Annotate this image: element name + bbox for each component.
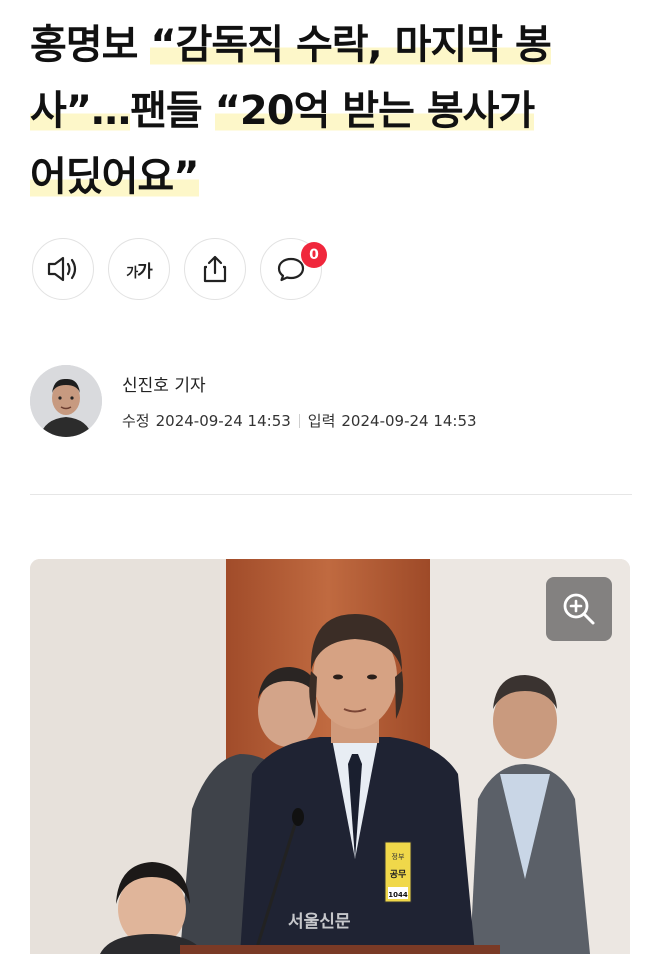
- article-photo[interactable]: 정부 공무 1044 서울신문: [30, 559, 630, 954]
- headline-text: 홍명보: [30, 22, 151, 68]
- listen-button[interactable]: [32, 238, 94, 300]
- published-label: 입력: [307, 412, 336, 430]
- badge-number: 1044: [388, 891, 408, 899]
- headline-line-2: 사”…팬들 “20억 받는 봉사가: [30, 78, 640, 144]
- badge-label: 공무: [390, 869, 407, 880]
- font-size-button[interactable]: 가가: [108, 238, 170, 300]
- article-headline: 홍명보 “감독직 수락, 마지막 봉 사”…팬들 “20억 받는 봉사가 어딨어…: [30, 12, 640, 210]
- headline-text: 팬들: [130, 88, 215, 134]
- zoom-button[interactable]: [546, 577, 612, 641]
- photo-watermark: 서울신문: [288, 912, 351, 932]
- section-divider: [30, 494, 632, 495]
- comment-count-badge: 0: [301, 242, 327, 268]
- font-size-icon: 가가: [126, 257, 153, 282]
- article-actions: 가가 0: [32, 238, 327, 300]
- font-size-large-label: 가: [137, 261, 153, 282]
- headline-line-1: 홍명보 “감독직 수락, 마지막 봉: [30, 12, 640, 78]
- font-size-small-label: 가: [126, 265, 138, 281]
- svg-text:정부: 정부: [392, 852, 405, 861]
- modified-label: 수정: [122, 412, 150, 430]
- photo-image: 정부 공무 1044: [30, 559, 630, 954]
- headline-line-3: 어딨어요”: [30, 144, 640, 210]
- modified-date: 2024-09-24 14:53: [155, 411, 291, 430]
- headline-highlight: 사”…: [30, 88, 131, 134]
- zoom-in-icon: [563, 593, 595, 625]
- author-name[interactable]: 신진호 기자: [122, 371, 477, 396]
- article-page: 홍명보 “감독직 수락, 마지막 봉 사”…팬들 “20억 받는 봉사가 어딨어…: [0, 0, 658, 954]
- author-block: 신진호 기자 수정 2024-09-24 14:53 입력 2024-09-24…: [30, 365, 477, 437]
- author-avatar[interactable]: [30, 365, 102, 437]
- date-separator: [298, 413, 300, 428]
- share-button[interactable]: [184, 238, 246, 300]
- headline-highlight: “감독직 수락, 마지막 봉: [150, 22, 552, 68]
- article-dates: 수정 2024-09-24 14:53 입력 2024-09-24 14:53: [122, 410, 477, 431]
- share-icon: [203, 255, 227, 283]
- avatar-image: [30, 365, 102, 437]
- headline-highlight: 어딨어요”: [30, 154, 199, 200]
- headline-highlight: “20억 받는 봉사가: [214, 88, 535, 134]
- comment-button[interactable]: 0: [260, 238, 327, 300]
- published-date: 2024-09-24 14:53: [341, 411, 477, 430]
- author-info: 신진호 기자 수정 2024-09-24 14:53 입력 2024-09-24…: [122, 371, 477, 431]
- speaker-icon: [47, 256, 77, 282]
